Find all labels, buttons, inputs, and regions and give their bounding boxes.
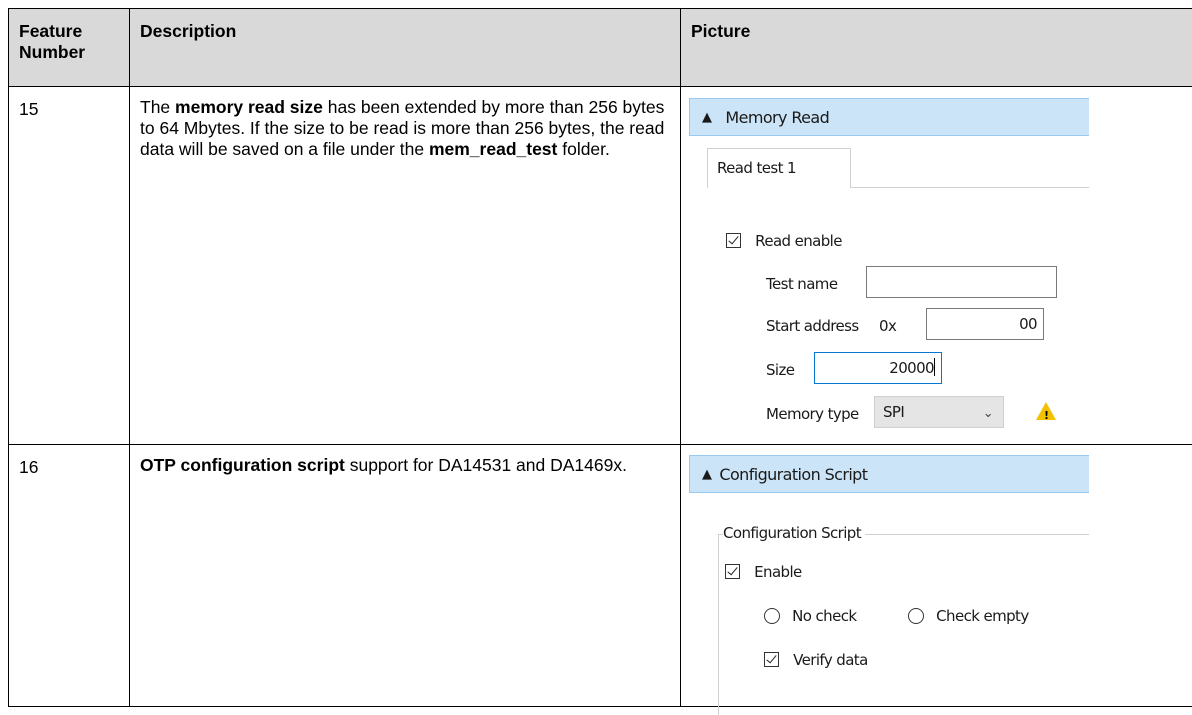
tab-read-test-1[interactable]: Read test 1 — [707, 148, 851, 188]
chevron-down-icon: ⌄ — [983, 403, 993, 424]
desc-text: The — [140, 97, 175, 117]
collapse-triangle-icon[interactable]: ▲ — [702, 464, 711, 485]
no-check-radio[interactable]: No check — [764, 606, 856, 627]
desc-bold: memory read size — [175, 97, 323, 117]
collapse-triangle-icon[interactable]: ▲ — [702, 107, 711, 128]
read-enable-label: Read enable — [755, 232, 842, 250]
panel-title: Memory Read — [725, 107, 829, 128]
test-name-input[interactable] — [866, 266, 1057, 298]
header-feature-line2: Number — [19, 42, 85, 62]
header-description: Description — [130, 9, 681, 87]
feature-description: The memory read size has been extended b… — [130, 87, 681, 445]
memory-read-panel: ▲ Memory Read Read test 1 Read enable Te… — [689, 98, 1089, 438]
feature-number: 15 — [9, 87, 130, 445]
checkbox-checked-icon[interactable] — [764, 652, 779, 667]
configuration-script-panel: ▲ Configuration Script Configuration Scr… — [689, 455, 1089, 705]
header-feature-number: Feature Number — [9, 9, 130, 87]
memory-read-header[interactable]: ▲ Memory Read — [689, 98, 1089, 136]
enable-label: Enable — [754, 563, 802, 581]
feature-table: Feature Number Description Picture 15 Th… — [8, 8, 1192, 707]
feature-picture: ▲ Memory Read Read test 1 Read enable Te… — [681, 87, 1192, 445]
header-picture: Picture — [681, 9, 1192, 87]
tab-divider — [851, 187, 1089, 188]
check-empty-radio[interactable]: Check empty — [908, 606, 1029, 627]
table-row: 16 OTP configuration script support for … — [9, 445, 1192, 707]
radio-unchecked-icon[interactable] — [908, 608, 924, 624]
start-address-prefix: 0x — [879, 316, 896, 337]
size-input[interactable]: 20000 — [814, 352, 942, 384]
size-value: 20000 — [889, 359, 934, 377]
feature-picture: ▲ Configuration Script Configuration Scr… — [681, 445, 1192, 707]
check-empty-label: Check empty — [936, 607, 1028, 625]
memory-type-value: SPI — [883, 403, 904, 421]
text-caret — [934, 358, 935, 376]
start-address-input[interactable]: 00 — [926, 308, 1044, 340]
desc-bold: mem_read_test — [429, 139, 557, 159]
verify-data-checkbox[interactable]: Verify data — [764, 650, 868, 671]
no-check-label: No check — [792, 607, 856, 625]
memory-type-label: Memory type — [766, 404, 859, 425]
start-address-label: Start address — [766, 316, 859, 337]
table-row: 15 The memory read size has been extende… — [9, 87, 1192, 445]
header-feature-line1: Feature — [19, 21, 82, 41]
read-enable-checkbox[interactable]: Read enable — [726, 231, 842, 252]
test-name-label: Test name — [766, 274, 837, 295]
tab-strip: Read test 1 — [689, 136, 1089, 188]
group-label: Configuration Script — [723, 523, 865, 544]
radio-unchecked-icon[interactable] — [764, 608, 780, 624]
memory-type-select[interactable]: SPI ⌄ — [874, 396, 1004, 428]
checkbox-checked-icon[interactable] — [725, 564, 740, 579]
desc-bold: OTP configuration script — [140, 455, 345, 475]
desc-text: support for DA14531 and DA1469x. — [345, 455, 627, 475]
desc-text: folder. — [557, 139, 610, 159]
enable-checkbox[interactable]: Enable — [725, 562, 802, 583]
feature-number: 16 — [9, 445, 130, 707]
verify-data-label: Verify data — [793, 651, 868, 669]
size-label: Size — [766, 360, 794, 381]
warning-icon: ! — [1036, 402, 1056, 420]
header-row: Feature Number Description Picture — [9, 9, 1192, 87]
configuration-script-header[interactable]: ▲ Configuration Script — [689, 455, 1089, 493]
feature-description: OTP configuration script support for DA1… — [130, 445, 681, 707]
checkbox-checked-icon[interactable] — [726, 233, 741, 248]
panel-title: Configuration Script — [719, 464, 867, 485]
